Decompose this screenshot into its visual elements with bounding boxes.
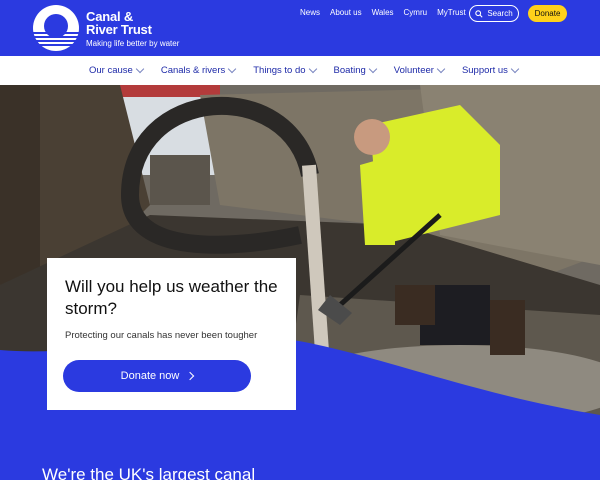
utility-nav: News About us Wales Cymru MyTrust (300, 8, 466, 18)
util-link-news[interactable]: News (300, 8, 320, 18)
chevron-down-icon (368, 64, 378, 74)
util-link-mytrust[interactable]: MyTrust (437, 8, 466, 18)
hero-subtitle: Protecting our canals has never been tou… (65, 330, 258, 341)
nav-label: Volunteer (393, 65, 434, 76)
chevron-down-icon (308, 64, 317, 74)
nav-label: Support us (461, 65, 508, 76)
nav-canals-rivers[interactable]: Canals & rivers (160, 64, 237, 76)
search-icon (475, 9, 483, 18)
brand[interactable]: Canal & River Trust Making life better b… (86, 10, 179, 48)
util-link-about[interactable]: About us (330, 8, 362, 18)
nav-things-to-do[interactable]: Things to do (253, 64, 317, 76)
hero-title: Will you help us weather the storm? (65, 277, 278, 318)
nav-support-us[interactable]: Support us (461, 64, 520, 76)
hero-card: Will you help us weather the storm? Prot… (47, 258, 296, 410)
cta-label: Donate now (120, 370, 180, 382)
chevron-down-icon (228, 64, 237, 74)
util-link-cymru[interactable]: Cymru (404, 8, 428, 18)
donate-button[interactable]: Donate (528, 5, 567, 22)
logo-mark[interactable] (33, 5, 79, 51)
section-heading: We're the UK's largest canal (42, 465, 256, 480)
site-header: Canal & River Trust Making life better b… (0, 0, 600, 56)
search-button[interactable]: Search (469, 5, 519, 22)
nav-volunteer[interactable]: Volunteer (393, 64, 446, 76)
donate-now-button[interactable]: Donate now (63, 360, 251, 392)
main-nav: Our cause Canals & rivers Things to do B… (0, 56, 600, 85)
nav-label: Canals & rivers (160, 65, 226, 76)
nav-label: Boating (333, 65, 366, 76)
search-label: Search (487, 9, 513, 18)
util-link-wales[interactable]: Wales (372, 8, 394, 18)
nav-our-cause[interactable]: Our cause (89, 64, 145, 76)
nav-boating[interactable]: Boating (333, 64, 378, 76)
nav-label: Things to do (253, 65, 306, 76)
chevron-down-icon (510, 64, 520, 74)
arrow-right-icon (186, 371, 195, 381)
nav-label: Our cause (89, 65, 133, 76)
chevron-down-icon (436, 64, 446, 74)
brand-name: Canal & River Trust (86, 9, 152, 37)
brand-tagline: Making life better by water (86, 39, 180, 48)
chevron-down-icon (135, 64, 145, 74)
